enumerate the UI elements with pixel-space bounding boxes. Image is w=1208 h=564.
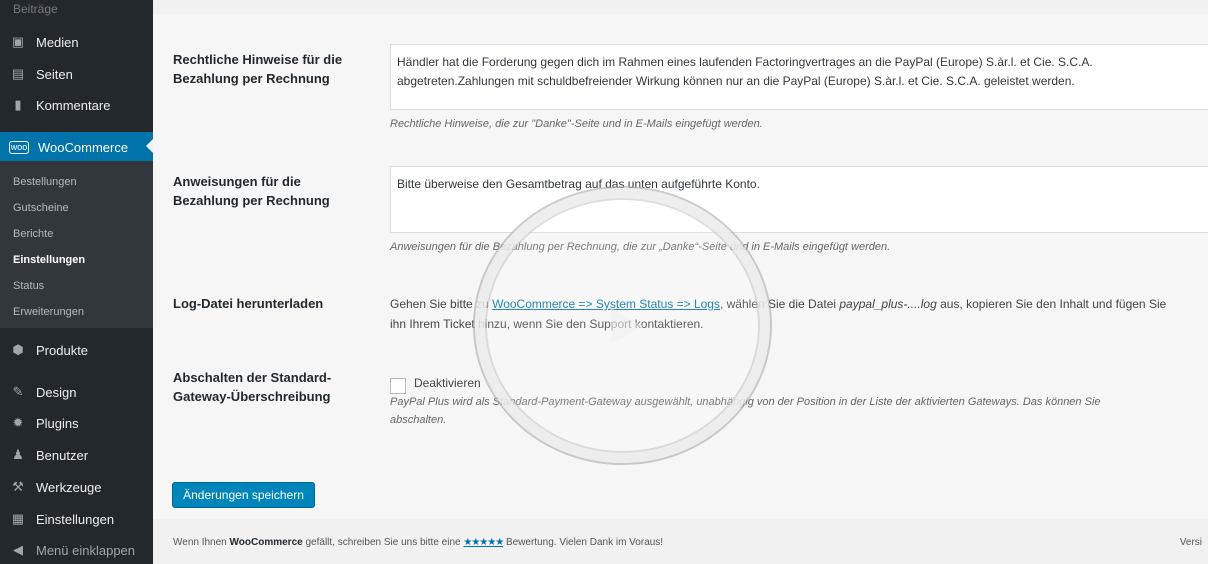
legal-notice-description: Rechtliche Hinweise, die zur "Danke"-Sei… bbox=[390, 118, 763, 130]
admin-footer-text: Wenn Ihnen WooCommerce gefällt, schreibe… bbox=[173, 537, 663, 548]
sidebar-item-label: Seiten bbox=[36, 66, 73, 82]
override-label-line1: Abschalten der Standard- bbox=[173, 370, 332, 385]
footer-text-before: Wenn Ihnen bbox=[173, 537, 230, 548]
submenu-item-erweiterungen[interactable]: Erweiterungen bbox=[13, 306, 84, 318]
legal-notice-label: Rechtliche Hinweise für die Bezahlung pe… bbox=[173, 50, 342, 88]
override-description-line2: abschalten. bbox=[390, 414, 447, 426]
legal-notice-label-line2: Bezahlung per Rechnung bbox=[173, 71, 330, 86]
log-download-label: Log-Datei herunterladen bbox=[173, 296, 324, 311]
system-status-logs-link[interactable]: WooCommerce => System Status => Logs bbox=[492, 297, 720, 311]
sidebar-item-label: Benutzer bbox=[36, 447, 89, 463]
submenu-item-berichte[interactable]: Berichte bbox=[13, 228, 53, 240]
instructions-label-line2: Bezahlung per Rechnung bbox=[173, 193, 330, 208]
submenu-item-status[interactable]: Status bbox=[13, 280, 44, 292]
override-label: Abschalten der Standard- Gateway-Übersch… bbox=[173, 368, 331, 406]
deactivate-checkbox-label[interactable]: Deaktivieren bbox=[414, 376, 481, 390]
sidebar-item-seiten[interactable]: ▤ Seiten bbox=[0, 60, 153, 88]
override-label-line2: Gateway-Überschreibung bbox=[173, 389, 331, 404]
log-text-before: Gehen Sie bitte zu bbox=[390, 297, 493, 311]
log-file-name: paypal_plus-....log bbox=[839, 297, 937, 311]
sidebar-item-medien[interactable]: ▣ Medien bbox=[0, 28, 153, 56]
log-text-after: , wählen Sie die Datei bbox=[719, 297, 840, 311]
instructions-label: Anweisungen für die Bezahlung per Rechnu… bbox=[173, 172, 330, 210]
deactivate-checkbox[interactable] bbox=[390, 378, 406, 394]
save-changes-button[interactable]: Änderungen speichern bbox=[172, 482, 315, 508]
sidebar-item-benutzer[interactable]: ♟ Benutzer bbox=[0, 441, 153, 469]
version-text: Versi bbox=[1179, 537, 1202, 548]
sidebar-item-label: Einstellungen bbox=[36, 511, 115, 527]
instructions-description: Anweisungen für die Bezahlung per Rechnu… bbox=[390, 241, 891, 253]
users-icon: ♟ bbox=[12, 447, 24, 462]
sidebar-item-plugins[interactable]: ✹ Plugins bbox=[0, 409, 153, 437]
sidebar-item-label: Design bbox=[36, 384, 77, 400]
settings-icon: ▦ bbox=[11, 511, 25, 526]
submenu-item-gutscheine[interactable]: Gutscheine bbox=[13, 202, 69, 214]
plugins-icon: ✹ bbox=[12, 415, 24, 430]
collapse-icon: ◀ bbox=[13, 542, 23, 557]
legal-notice-textarea[interactable]: Händler hat die Forderung gegen dich im … bbox=[390, 44, 1208, 110]
media-icon: ▣ bbox=[11, 34, 25, 49]
legal-notice-label-line1: Rechtliche Hinweise für die bbox=[173, 52, 343, 67]
sidebar-item-werkzeuge[interactable]: ⚒ Werkzeuge bbox=[0, 473, 153, 501]
footer-brand: WooCommerce bbox=[229, 537, 303, 548]
override-description: PayPal Plus wird als Standard-Payment-Ga… bbox=[390, 393, 1101, 429]
sidebar-item-einstellungen[interactable]: ▦ Einstellungen bbox=[0, 505, 153, 533]
sidebar-item-label: WooCommerce bbox=[38, 139, 129, 155]
tools-icon: ⚒ bbox=[12, 479, 24, 494]
log-download-text-line2: ihn Ihrem Ticket hinzu, wenn Sie den Sup… bbox=[390, 317, 704, 331]
collapse-menu-button[interactable]: ◀ Menü einklappen bbox=[0, 536, 153, 564]
legal-notice-text-line2: abgetreten.Zahlungen mit schuldbefreiend… bbox=[397, 74, 1075, 88]
design-icon: ✎ bbox=[12, 384, 24, 399]
products-icon: ⬢ bbox=[12, 342, 24, 357]
instructions-text: Bitte überweise den Gesamtbetrag auf das… bbox=[397, 177, 760, 191]
sidebar-item-kommentare[interactable]: ▮ Kommentare bbox=[0, 91, 153, 119]
sidebar-item-woocommerce[interactable]: woo WooCommerce bbox=[0, 132, 153, 162]
sidebar-item-label: Kommentare bbox=[36, 97, 111, 113]
rating-stars-link[interactable]: ★★★★★ bbox=[463, 537, 504, 548]
settings-form: Rechtliche Hinweise für die Bezahlung pe… bbox=[153, 14, 1208, 519]
log-text-end: aus, kopieren Sie den Inhalt und fügen S… bbox=[936, 297, 1167, 311]
footer-text-middle: gefällt, schreiben Sie uns bitte eine bbox=[302, 537, 464, 548]
log-download-text-line1: Gehen Sie bitte zu WooCommerce => System… bbox=[390, 294, 1166, 314]
sidebar-item-label: Werkzeuge bbox=[36, 479, 102, 495]
woocommerce-submenu: Bestellungen Gutscheine Berichte Einstel… bbox=[0, 161, 153, 328]
comments-icon: ▮ bbox=[14, 97, 22, 112]
sidebar-item-label: Produkte bbox=[36, 342, 89, 358]
override-description-line1: PayPal Plus wird als Standard-Payment-Ga… bbox=[390, 396, 1101, 408]
sidebar-item-label: Menü einklappen bbox=[36, 542, 136, 558]
admin-sidebar: Beiträge ▣ Medien ▤ Seiten ▮ Kommentare … bbox=[0, 0, 153, 564]
main-content-area: Rechtliche Hinweise für die Bezahlung pe… bbox=[153, 0, 1208, 564]
submenu-item-bestellungen[interactable]: Bestellungen bbox=[13, 176, 77, 188]
pages-icon: ▤ bbox=[11, 66, 25, 81]
instructions-label-line1: Anweisungen für die bbox=[173, 174, 301, 189]
submenu-item-einstellungen[interactable]: Einstellungen bbox=[13, 254, 85, 266]
sidebar-item-label: Plugins bbox=[36, 415, 79, 431]
sidebar-item-design[interactable]: ✎ Design bbox=[0, 378, 153, 406]
sidebar-item-beitraege-partial[interactable]: Beiträge bbox=[0, 0, 153, 20]
sidebar-item-label: Medien bbox=[36, 34, 79, 50]
legal-notice-text-line1: Händler hat die Forderung gegen dich im … bbox=[397, 55, 1093, 69]
footer-text-after: Bewertung. Vielen Dank im Voraus! bbox=[503, 537, 664, 548]
instructions-textarea[interactable]: Bitte überweise den Gesamtbetrag auf das… bbox=[390, 166, 1208, 233]
sidebar-item-produkte[interactable]: ⬢ Produkte bbox=[0, 336, 153, 364]
woocommerce-icon: woo bbox=[9, 140, 29, 154]
